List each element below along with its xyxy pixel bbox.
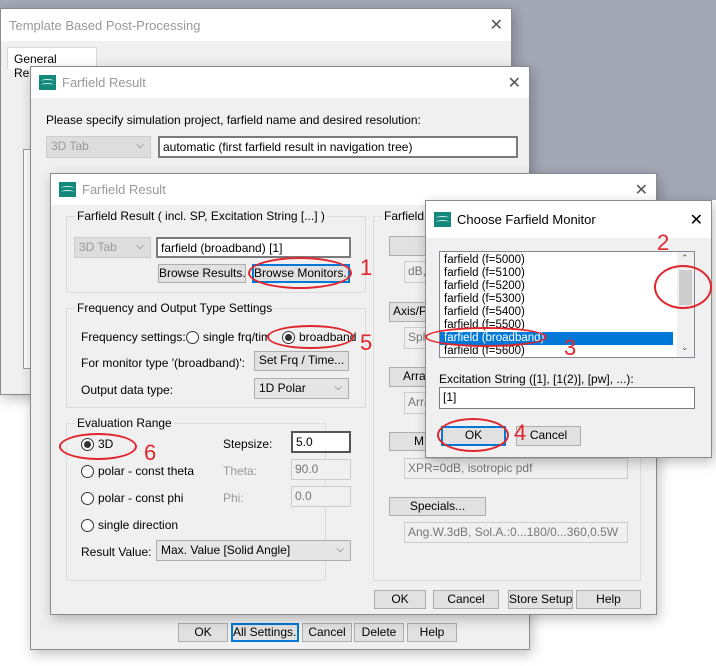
close-icon[interactable]: ✕ bbox=[690, 210, 703, 230]
title-bar: Farfield Result ✕ bbox=[31, 67, 529, 98]
monitor-type-label: For monitor type '(broadband)': bbox=[81, 356, 245, 370]
window-title: Farfield Result bbox=[62, 75, 146, 90]
chevron-down-icon: ⌵ bbox=[136, 241, 144, 252]
project-combo: 3D Tab ⌵ bbox=[46, 136, 151, 158]
all-settings-button[interactable]: All Settings... bbox=[231, 623, 299, 642]
close-icon[interactable]: ✕ bbox=[635, 180, 648, 200]
help-button[interactable]: Help bbox=[407, 623, 457, 642]
chevron-down-icon: ⌵ bbox=[334, 382, 342, 393]
xpr-value: XPR=0dB, isotropic pdf bbox=[404, 458, 628, 479]
excitation-label: Excitation String ([1], [1(2)], [pw], ..… bbox=[439, 372, 634, 386]
specials-button[interactable]: Specials... bbox=[389, 497, 486, 516]
close-icon[interactable]: ✕ bbox=[490, 15, 503, 35]
frequency-settings-label: Frequency settings: bbox=[81, 330, 186, 344]
farfield-result-input[interactable]: farfield (broadband) [1] bbox=[156, 237, 351, 258]
polar-const-phi-radio[interactable] bbox=[81, 492, 94, 505]
title-bar: Template Based Post-Processing ✕ bbox=[1, 9, 511, 41]
annotation-number-4: 4 bbox=[514, 420, 527, 445]
scroll-up-icon[interactable]: ⌃ bbox=[681, 253, 689, 264]
specials-value: Ang.W.3dB, Sol.A.:0...180/0...360,0.5W bbox=[404, 522, 628, 543]
dialog-title: Choose Farfield Monitor bbox=[457, 212, 596, 227]
browse-results-button[interactable]: Browse Results... bbox=[158, 264, 246, 283]
window-title: Template Based Post-Processing bbox=[9, 17, 201, 33]
annotation-number-2: 2 bbox=[657, 230, 670, 255]
single-direction-radio[interactable] bbox=[81, 519, 94, 532]
theta-label: Theta: bbox=[223, 464, 258, 478]
polar-const-phi-label: polar - const phi bbox=[98, 491, 184, 505]
annotation-ellipse-1 bbox=[248, 257, 352, 289]
single-direction-label: single direction bbox=[98, 518, 179, 532]
app-logo-icon bbox=[39, 75, 56, 90]
single-frq-label: single frq/time bbox=[203, 330, 269, 344]
ok-button[interactable]: OK bbox=[374, 590, 426, 609]
stepsize-label: Stepsize: bbox=[223, 437, 273, 451]
cancel-button[interactable]: Cancel bbox=[433, 590, 499, 609]
phi-input: 0.0 bbox=[291, 486, 351, 507]
output-data-type-label: Output data type: bbox=[81, 383, 174, 397]
delete-button[interactable]: Delete bbox=[354, 623, 404, 642]
annotation-number-1: 1 bbox=[360, 255, 373, 280]
chevron-down-icon: ⌵ bbox=[136, 140, 144, 151]
monitor-list-item[interactable]: farfield (f=5000) bbox=[440, 254, 694, 267]
window-title: Farfield Result bbox=[82, 182, 166, 197]
app-logo-icon bbox=[59, 182, 76, 197]
annotation-ellipse-2 bbox=[654, 265, 712, 309]
close-icon[interactable]: ✕ bbox=[508, 73, 521, 93]
group-legend: Evaluation Range bbox=[75, 416, 174, 430]
app-logo-icon bbox=[434, 212, 451, 227]
cancel-button[interactable]: Cancel bbox=[302, 623, 352, 642]
ok-button[interactable]: OK bbox=[178, 623, 228, 642]
polar-const-theta-radio[interactable] bbox=[81, 465, 94, 478]
result-value-label: Result Value: bbox=[81, 545, 152, 559]
store-setup-button[interactable]: Store Setup bbox=[508, 590, 573, 609]
instruction-text: Please specify simulation project, farfi… bbox=[46, 113, 421, 127]
single-frq-radio[interactable] bbox=[186, 331, 199, 344]
monitor-list-item[interactable]: farfield (f=5400) bbox=[440, 306, 694, 319]
annotation-ellipse-4 bbox=[437, 418, 509, 452]
annotation-number-6: 6 bbox=[144, 440, 157, 465]
set-frq-time-button[interactable]: Set Frq / Time... bbox=[254, 351, 349, 371]
annotation-number-3: 3 bbox=[564, 335, 577, 360]
annotation-number-5: 5 bbox=[360, 330, 373, 355]
theta-input: 90.0 bbox=[291, 459, 351, 480]
output-data-type-select[interactable]: 1D Polar ⌵ bbox=[254, 378, 349, 399]
result-type-combo: 3D Tab ⌵ bbox=[74, 237, 151, 258]
help-button[interactable]: Help bbox=[576, 590, 641, 609]
result-value-select[interactable]: Max. Value [Solid Angle] ⌵ bbox=[156, 540, 351, 561]
group-legend: Farfield Result ( incl. SP, Excitation S… bbox=[75, 209, 327, 223]
scroll-down-icon[interactable]: ⌄ bbox=[681, 342, 689, 353]
chevron-down-icon: ⌵ bbox=[336, 544, 344, 555]
excitation-input[interactable]: [1] bbox=[439, 387, 695, 409]
annotation-ellipse-6 bbox=[59, 433, 137, 460]
phi-label: Phi: bbox=[223, 491, 244, 505]
annotation-ellipse-3 bbox=[425, 327, 547, 347]
polar-const-theta-label: polar - const theta bbox=[98, 464, 195, 478]
stepsize-input[interactable]: 5.0 bbox=[291, 431, 351, 453]
result-input[interactable]: automatic (first farfield result in navi… bbox=[158, 136, 518, 158]
annotation-ellipse-5 bbox=[267, 325, 354, 349]
group-legend: Frequency and Output Type Settings bbox=[75, 301, 275, 315]
